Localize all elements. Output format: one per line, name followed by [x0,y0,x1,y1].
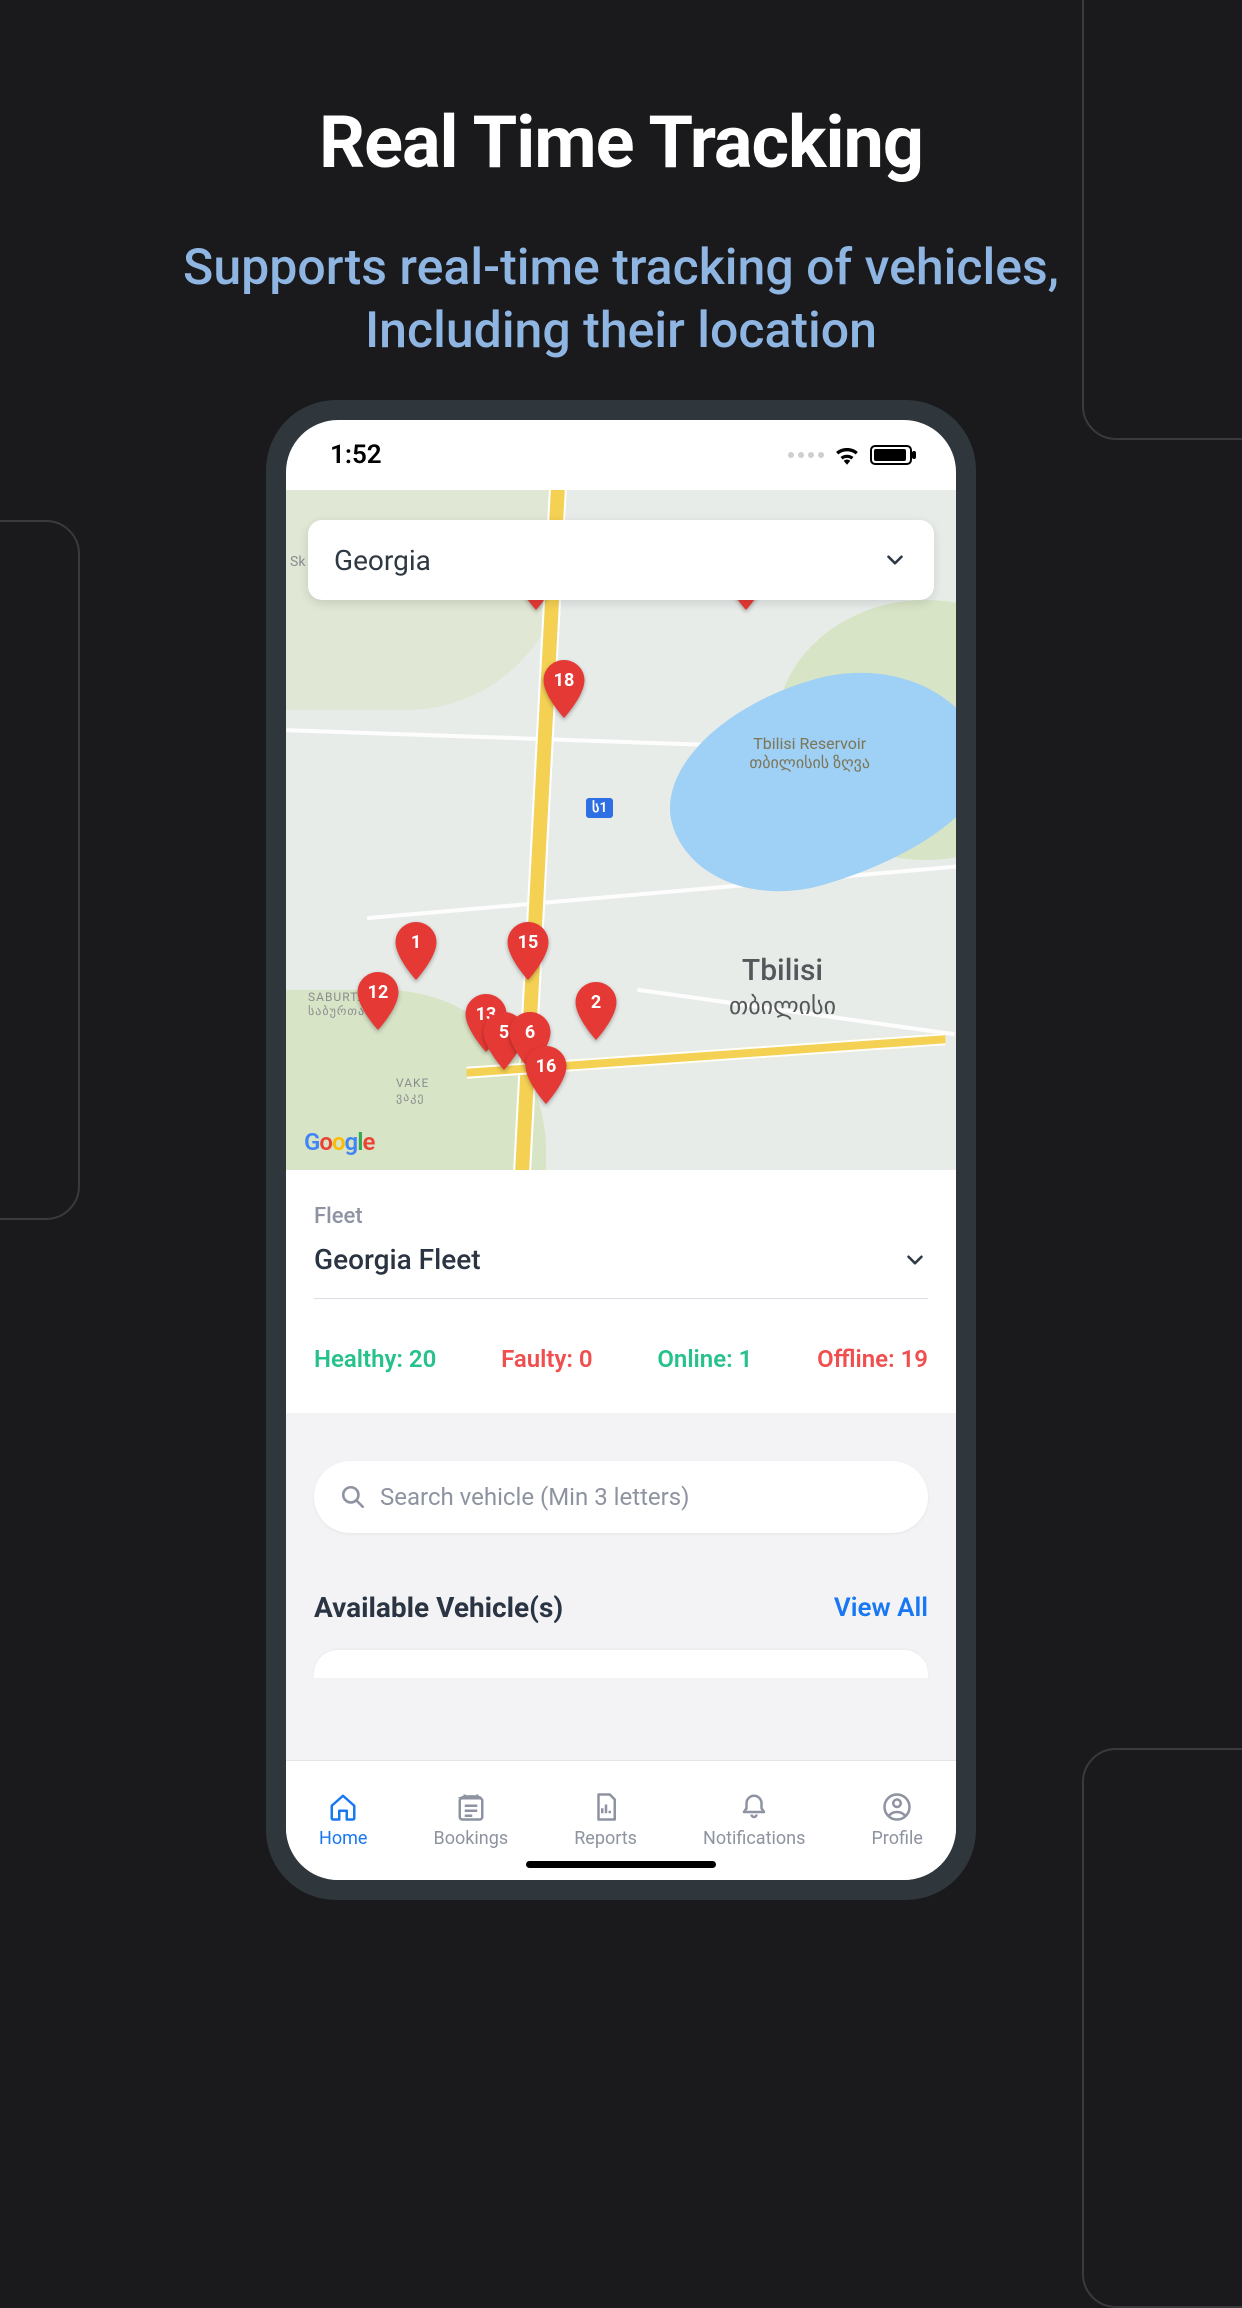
neighborhood-vake: VAKEვაკე [396,1076,429,1104]
region-dropdown[interactable]: Georgia [308,520,934,600]
view-all-link[interactable]: View All [834,1593,928,1623]
promo-title: Real Time Tracking [0,100,1242,185]
cellular-icon [788,452,824,458]
map-pin[interactable]: 12 [356,972,400,1030]
map-pin[interactable]: 18 [542,660,586,718]
stat-offline: Offline: 19 [817,1345,928,1373]
report-icon [591,1792,621,1822]
search-icon [340,1484,366,1510]
fleet-label: Fleet [314,1204,928,1229]
promo-subtitle: Supports real-time tracking of vehicles,… [0,237,1242,362]
tab-home[interactable]: Home [319,1792,367,1849]
map-pin[interactable]: 15 [506,922,550,980]
available-title: Available Vehicle(s) [314,1591,563,1624]
map-pin-number: 15 [518,932,539,953]
reservoir-label: Tbilisi Reservoirთბილისის ზღვა [749,734,870,772]
bell-icon [739,1792,769,1822]
fleet-section: Fleet Georgia Fleet Healthy: 20 Faulty: … [286,1170,956,1413]
map-view[interactable]: Tbilisi Reservoirთბილისის ზღვა ს1 Sk SAB… [286,490,956,1170]
map-pin-number: 6 [525,1022,535,1043]
tab-profile[interactable]: Profile [871,1792,922,1849]
profile-icon [882,1792,912,1822]
search-vehicle-input[interactable]: Search vehicle (Min 3 letters) [314,1461,928,1533]
region-selected: Georgia [334,544,431,577]
map-pin-number: 2 [591,992,601,1013]
city-label: Tbilisi თბილისი [729,953,836,1020]
map-pin-number: 16 [536,1056,557,1077]
map-pin[interactable]: 2 [574,982,618,1040]
map-pin[interactable]: 1 [394,922,438,980]
screen: 1:52 Tbilisi Reservoirთბილისის ზღვა ს1 S… [286,420,956,1880]
home-icon [328,1792,358,1822]
stat-faulty: Faulty: 0 [501,1345,593,1373]
status-time: 1:52 [330,440,382,470]
vehicle-card-peek[interactable] [314,1650,928,1678]
stat-online: Online: 1 [657,1345,752,1373]
wifi-icon [834,445,860,465]
chevron-down-icon [902,1247,928,1273]
map-fragment-label: Sk [290,554,305,570]
map-pin-number: 12 [368,982,389,1003]
stat-healthy: Healthy: 20 [314,1345,436,1373]
home-indicator[interactable] [526,1861,716,1868]
search-placeholder: Search vehicle (Min 3 letters) [380,1483,690,1511]
status-bar: 1:52 [286,420,956,490]
map-pin[interactable]: 16 [524,1046,568,1104]
fleet-selected: Georgia Fleet [314,1243,481,1276]
battery-icon [870,445,912,465]
tab-notifications[interactable]: Notifications [703,1792,805,1849]
chevron-down-icon [882,547,908,573]
device-frame: 1:52 Tbilisi Reservoirთბილისის ზღვა ს1 S… [266,400,976,1900]
highway-badge: ს1 [586,798,613,818]
fleet-stats: Healthy: 20 Faulty: 0 Online: 1 Offline:… [314,1345,928,1373]
map-pin-number: 1 [411,932,421,953]
map-pin-number: 18 [554,670,575,691]
fleet-dropdown[interactable]: Georgia Fleet [314,1243,928,1299]
calendar-icon [456,1792,486,1822]
tab-bookings[interactable]: Bookings [434,1792,509,1849]
map-attribution: Google [304,1128,374,1156]
tab-reports[interactable]: Reports [574,1792,637,1849]
